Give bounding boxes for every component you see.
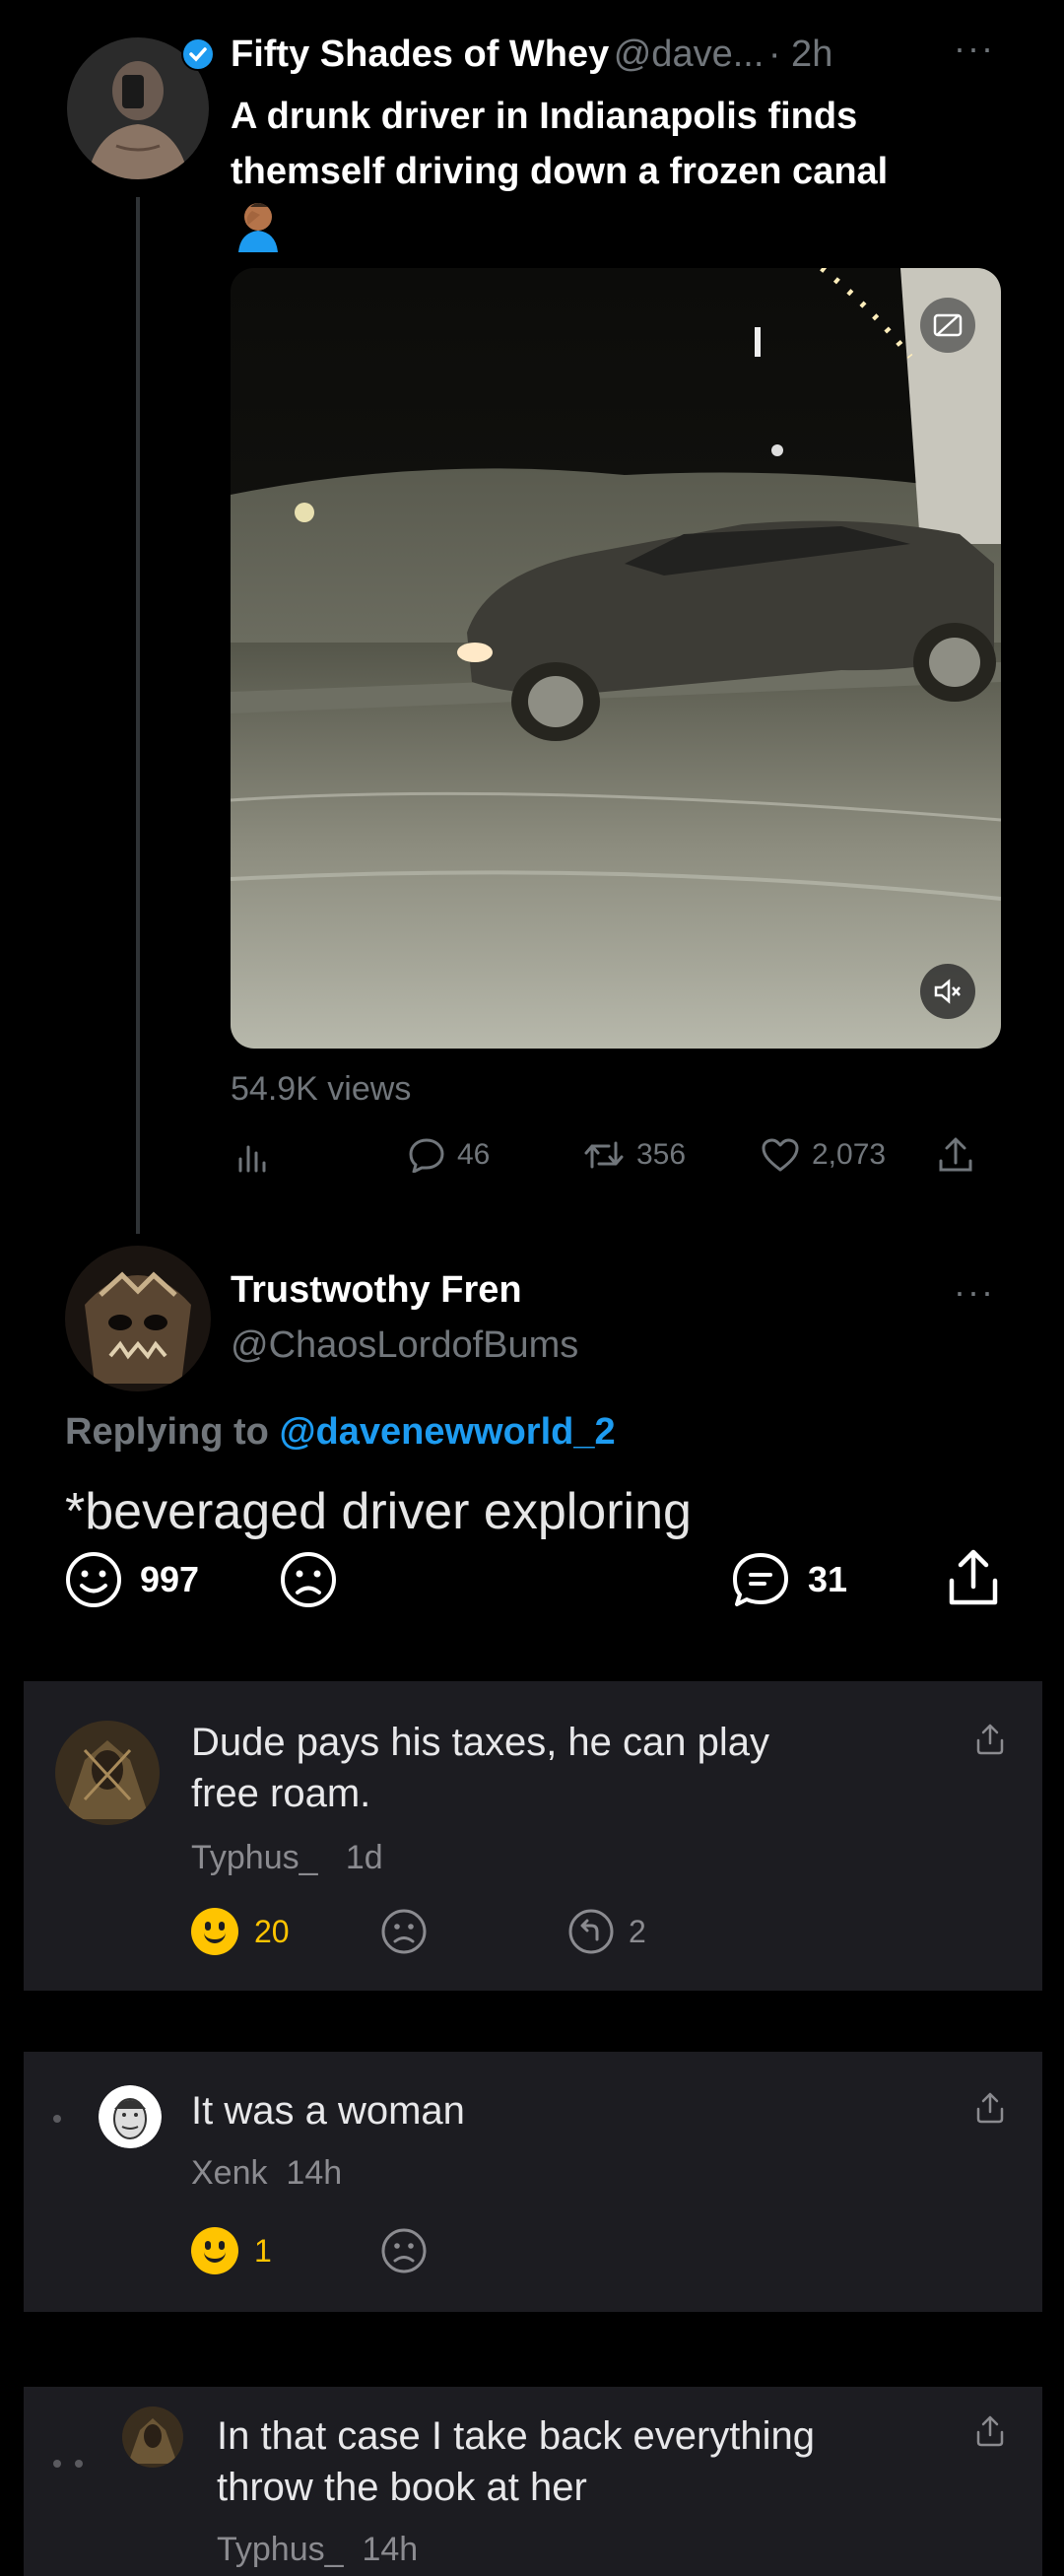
comment-like-count: 1 (254, 2232, 272, 2269)
comment-replies-action[interactable]: 2 (567, 1908, 646, 1955)
tweet-text-line: themself driving down a frozen canal (231, 151, 889, 192)
retweet-icon (584, 1141, 624, 1169)
author-handle[interactable]: @dave... (614, 34, 765, 75)
comment-reply-count: 2 (629, 1913, 646, 1949)
reply-share-icon[interactable] (946, 1547, 1001, 1613)
reply-icon (409, 1138, 444, 1173)
replying-to-link[interactable]: @davenewworld_2 (279, 1411, 615, 1453)
comment-text-line: Dude pays his taxes, he can play (191, 1721, 770, 1764)
commenter-avatar[interactable] (99, 2085, 162, 2148)
reply-author-name[interactable]: Trustwothy Fren (231, 1269, 522, 1312)
tweet-time: · 2h (767, 34, 833, 75)
captions-off-icon[interactable] (920, 298, 975, 353)
reply-arrow-icon (568, 1909, 614, 1954)
view-count: 54.9K views (231, 1070, 412, 1108)
comment-card: Dude pays his taxes, he can play free ro… (24, 1681, 1042, 1991)
comment-share-icon[interactable] (973, 2414, 1007, 2453)
smile-filled-icon (191, 2227, 238, 2274)
upvote-count: 997 (140, 1559, 200, 1599)
comment-count: 31 (808, 1559, 848, 1599)
verified-icon (181, 37, 215, 71)
comment-time: 14h (286, 2154, 343, 2192)
comment-frown-icon[interactable] (380, 1908, 428, 1960)
comment-text: In that case I take back everything thro… (217, 2410, 815, 2513)
comment-bubble-icon (733, 1553, 788, 1606)
comment-share-icon[interactable] (973, 1723, 1007, 1761)
comment-card: In that case I take back everything thro… (24, 2387, 1042, 2576)
comment-meta: Xenk 14h (191, 2154, 342, 2193)
comment-share-icon[interactable] (973, 2091, 1007, 2130)
comment-text-line: throw the book at her (217, 2466, 587, 2509)
comment-author[interactable]: Typhus_ (217, 2531, 344, 2568)
comment-like-action[interactable]: 1 (191, 2227, 272, 2274)
comment-author[interactable]: Typhus_ (191, 1839, 318, 1876)
smile-filled-icon (191, 1908, 238, 1955)
comments-action[interactable]: 31 (731, 1551, 847, 1608)
thread-dot (53, 2115, 61, 2123)
comment-text-line: In that case I take back everything (217, 2414, 816, 2458)
frown-icon[interactable] (280, 1551, 337, 1613)
comment-text: Dude pays his taxes, he can play free ro… (191, 1717, 769, 1819)
comment-meta: Typhus_ 1d (191, 1839, 383, 1877)
heart-icon (762, 1138, 799, 1172)
retweet-count: 356 (636, 1138, 687, 1171)
comment-card: It was a woman Xenk 14h 1 (24, 2052, 1042, 2312)
commenter-avatar[interactable] (55, 1721, 160, 1825)
reply-more-options-icon[interactable]: ··· (954, 1271, 995, 1313)
reply-author-handle[interactable]: @ChaosLordofBums (231, 1324, 578, 1367)
share-icon[interactable] (936, 1135, 975, 1180)
retweet-action[interactable]: 356 (583, 1137, 686, 1173)
facepalm-emoji (231, 197, 286, 252)
like-count: 2,073 (812, 1138, 887, 1171)
replying-to: Replying to @davenewworld_2 (65, 1411, 616, 1454)
reply-count: 46 (457, 1138, 491, 1171)
analytics-icon[interactable] (234, 1137, 270, 1178)
tweet-header: Fifty Shades of Whey @dave... · 2h (231, 34, 832, 76)
comment-frown-icon[interactable] (380, 2227, 428, 2279)
reply-avatar[interactable] (65, 1246, 211, 1391)
comment-like-count: 20 (254, 1913, 290, 1949)
reply-action[interactable]: 46 (408, 1137, 490, 1173)
mute-icon[interactable] (920, 964, 975, 1019)
like-action[interactable]: 2,073 (761, 1137, 886, 1173)
reply-text: *beveraged driver exploring (65, 1483, 692, 1540)
commenter-avatar[interactable] (122, 2407, 183, 2468)
comment-text: It was a woman (191, 2089, 465, 2133)
author-name[interactable]: Fifty Shades of Whey (231, 34, 609, 75)
smile-icon (66, 1552, 121, 1607)
comment-text-line: free roam. (191, 1772, 371, 1815)
thread-dot (75, 2460, 83, 2468)
comment-author[interactable]: Xenk (191, 2154, 268, 2192)
thread-line (136, 197, 140, 1234)
more-options-icon[interactable]: ··· (954, 28, 995, 69)
tweet-video[interactable] (231, 268, 1001, 1049)
comment-like-action[interactable]: 20 (191, 1908, 290, 1955)
comment-time: 1d (345, 1839, 383, 1876)
comment-meta: Typhus_ 14h (217, 2531, 418, 2569)
comment-time: 14h (362, 2531, 419, 2568)
tweet-text: A drunk driver in Indianapolis finds the… (231, 89, 888, 199)
upvote-action[interactable]: 997 (65, 1551, 199, 1608)
tweet-text-line: A drunk driver in Indianapolis finds (231, 96, 858, 137)
replying-to-prefix: Replying to (65, 1411, 269, 1453)
thread-dot (53, 2460, 61, 2468)
